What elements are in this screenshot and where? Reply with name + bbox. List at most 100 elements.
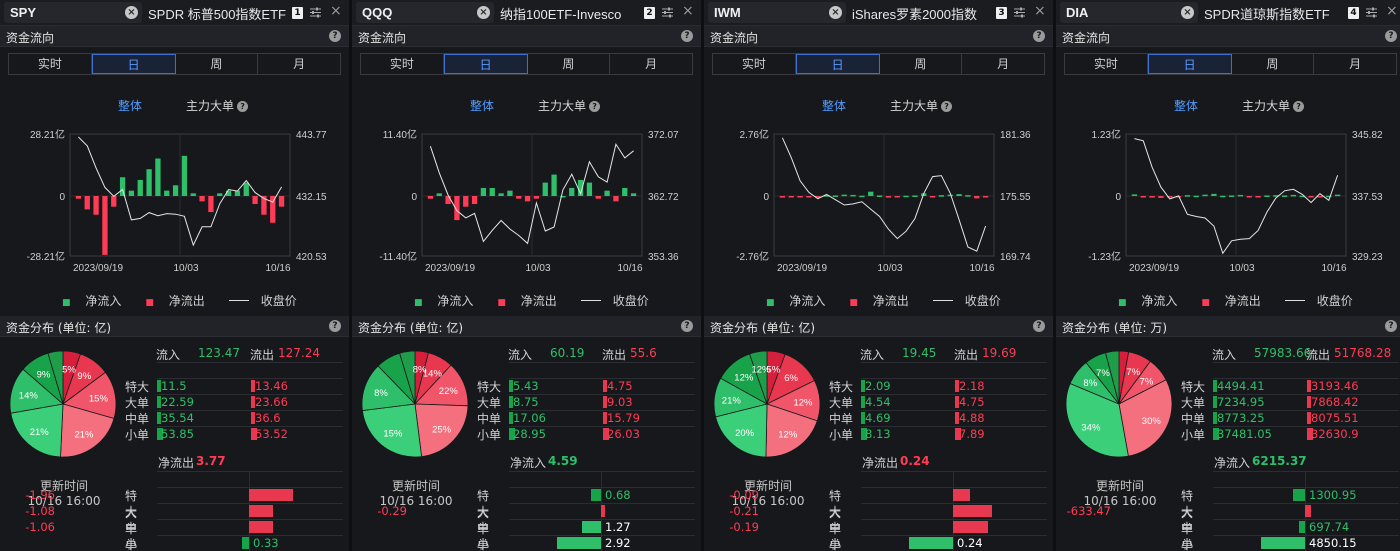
table-divider — [509, 535, 695, 536]
tab-3[interactable]: 月 — [258, 54, 340, 74]
tab-3[interactable]: 月 — [962, 54, 1044, 74]
flow-in-label: 流入 — [156, 348, 181, 362]
tab-2[interactable]: 周 — [880, 54, 963, 74]
sliders-icon[interactable] — [1013, 6, 1026, 19]
flow-bar — [190, 193, 196, 196]
close-icon[interactable]: × — [1386, 3, 1398, 19]
flow-out-total: 55.6 — [630, 346, 657, 360]
tab-0[interactable]: 实时 — [1065, 54, 1148, 74]
help-icon[interactable]: ? — [329, 30, 341, 42]
net-outflow-bar — [249, 505, 274, 517]
tab-1[interactable]: 日 — [1147, 54, 1232, 74]
net-inflow-bar — [241, 537, 249, 549]
subtab-overall[interactable]: 整体 — [470, 97, 494, 114]
update-time-label: 更新时间 — [39, 479, 88, 493]
flow-in-label: 流入 — [1212, 348, 1237, 362]
subtab-main-large[interactable]: 主力大单? — [1242, 97, 1305, 114]
flow-section-header: 资金流向? — [0, 26, 349, 47]
pie-percent-label: 34% — [1081, 423, 1101, 434]
close-icon[interactable]: × — [330, 3, 342, 19]
outflow-value: 4.88 — [959, 411, 985, 425]
left-tick-label: 1.23亿 — [1092, 128, 1121, 141]
pie-percent-label: 25% — [432, 424, 452, 435]
ticker-input[interactable]: DIA × — [1060, 2, 1198, 23]
subtab-overall[interactable]: 整体 — [1174, 97, 1198, 114]
help-icon[interactable]: ? — [589, 101, 601, 112]
help-icon[interactable]: ? — [237, 101, 249, 112]
help-icon[interactable]: ? — [1385, 320, 1397, 332]
update-time-value: 10/16 16:00 — [731, 494, 805, 508]
help-icon[interactable]: ? — [1293, 101, 1305, 112]
inflow-cell: 8773.25 — [1213, 410, 1305, 426]
flow-bar — [489, 187, 495, 196]
inflow-value: 5.43 — [513, 379, 539, 393]
subtab-main-large[interactable]: 主力大单? — [890, 97, 953, 114]
help-icon[interactable]: ? — [681, 320, 693, 332]
help-icon[interactable]: ? — [1033, 30, 1045, 42]
distribution-section-header: 资金分布 (单位: 亿)? — [352, 316, 701, 337]
category-label: 小单 — [477, 428, 502, 442]
clear-icon[interactable]: × — [1181, 6, 1194, 19]
clear-icon[interactable]: × — [477, 6, 490, 19]
category-label: 小单 — [125, 428, 150, 442]
tab-0[interactable]: 实时 — [361, 54, 444, 74]
close-icon[interactable]: × — [1034, 3, 1046, 19]
ticker-input[interactable]: QQQ × — [356, 2, 494, 23]
clear-icon[interactable]: × — [125, 6, 138, 19]
table-divider — [509, 487, 695, 488]
x-tick-label: 10/16 — [969, 263, 994, 274]
help-icon[interactable]: ? — [1385, 30, 1397, 42]
subtab-main-large[interactable]: 主力大单? — [186, 97, 249, 114]
legend-outflow: ■ 净流出 — [497, 294, 568, 308]
tab-3[interactable]: 月 — [1314, 54, 1396, 74]
ticker-input[interactable]: SPY × — [4, 2, 142, 23]
tab-0[interactable]: 实时 — [9, 54, 92, 74]
subtab-overall[interactable]: 整体 — [118, 97, 142, 114]
flow-bar — [1246, 196, 1252, 198]
clear-icon[interactable]: × — [829, 6, 842, 19]
help-icon[interactable]: ? — [681, 30, 693, 42]
net-outflow-bar — [249, 521, 273, 533]
subtab-overall[interactable]: 整体 — [822, 97, 846, 114]
flow-out-label: 流出 — [1306, 348, 1331, 362]
right-tick-label: 181.36 — [1000, 130, 1031, 141]
tab-0[interactable]: 实时 — [713, 54, 796, 74]
flow-in-label: 流入 — [860, 348, 885, 362]
flow-bar — [480, 187, 487, 196]
inflow-value: 53.85 — [161, 427, 194, 441]
tab-1[interactable]: 日 — [795, 54, 880, 74]
help-icon[interactable]: ? — [941, 101, 953, 112]
flow-bar — [1237, 194, 1244, 197]
outflow-cell: 2.18 — [955, 378, 1047, 394]
pie-percent-label: 22% — [439, 386, 459, 397]
close-icon[interactable]: × — [682, 3, 694, 19]
flow-out-label: 流出 — [250, 348, 275, 362]
tab-2[interactable]: 周 — [528, 54, 611, 74]
ticker-input[interactable]: IWM × — [708, 2, 846, 23]
net-flow-value: -1.96 — [25, 488, 55, 502]
pie-percent-label: 14% — [19, 390, 39, 401]
table-divider — [1213, 362, 1399, 363]
legend-inflow: ■ 净流入 — [766, 294, 837, 308]
flow-section-title: 资金流向 — [6, 31, 55, 45]
tab-1[interactable]: 日 — [443, 54, 528, 74]
help-icon[interactable]: ? — [1033, 320, 1045, 332]
subtab-main-large[interactable]: 主力大单? — [538, 97, 601, 114]
table-divider — [1213, 535, 1399, 536]
tab-2[interactable]: 周 — [176, 54, 259, 74]
legend-inflow-label: 净流入 — [789, 294, 826, 308]
sliders-icon[interactable] — [309, 6, 322, 19]
tab-1[interactable]: 日 — [91, 54, 176, 74]
net-flow-label: 净流入 — [510, 456, 547, 470]
net-flow-value: -0.29 — [377, 504, 407, 518]
sliders-icon[interactable] — [661, 6, 674, 19]
help-icon[interactable]: ? — [329, 320, 341, 332]
right-tick-label: 432.15 — [296, 192, 327, 203]
inflow-cell: 35.54 — [157, 410, 249, 426]
flow-bar — [788, 196, 794, 198]
table-divider — [1213, 519, 1399, 520]
outflow-cell: 13.46 — [251, 378, 343, 394]
sliders-icon[interactable] — [1365, 6, 1378, 19]
tab-3[interactable]: 月 — [610, 54, 692, 74]
tab-2[interactable]: 周 — [1232, 54, 1315, 74]
